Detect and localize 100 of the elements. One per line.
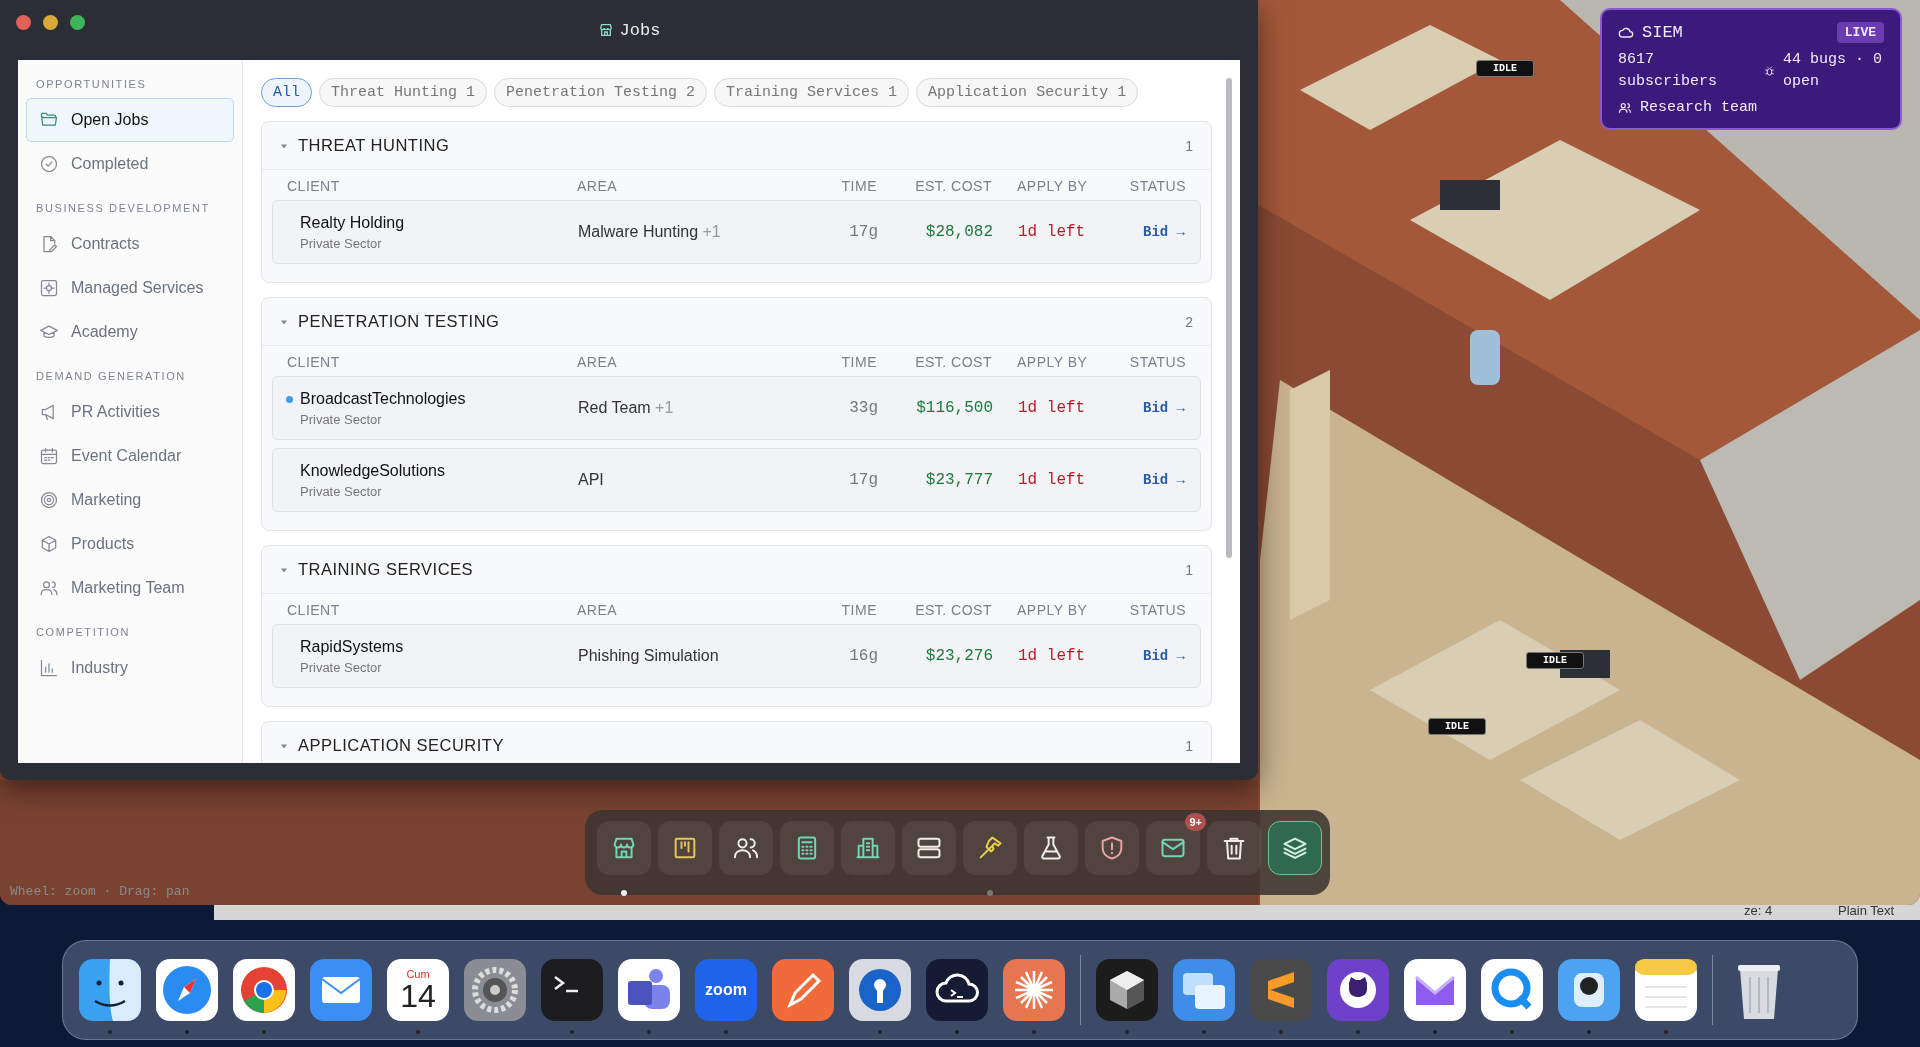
column-header: AREA bbox=[577, 354, 619, 370]
toolbar-button[interactable] bbox=[1024, 821, 1078, 875]
notification-badge: 9+ bbox=[1185, 813, 1206, 831]
column-header: STATUS bbox=[1128, 354, 1186, 370]
caret-icon[interactable] bbox=[280, 741, 288, 750]
toolbar-button[interactable] bbox=[597, 821, 651, 875]
job-row[interactable]: RapidSystems Private Sector Phishing Simulation 16g $23,276 1d left Bid → bbox=[272, 624, 1201, 688]
toolbar-button[interactable] bbox=[658, 821, 712, 875]
filter-chip[interactable]: All bbox=[261, 78, 312, 107]
cost-cell-text: $116,500 bbox=[915, 399, 993, 417]
column-header: CLIENT bbox=[287, 178, 341, 194]
sidebar-item[interactable]: Event Calendar bbox=[26, 434, 234, 478]
scrollbar[interactable] bbox=[1226, 78, 1232, 558]
deadline-cell-text: 1d left bbox=[1017, 399, 1087, 417]
column-header: APPLY BY bbox=[1016, 178, 1089, 194]
toolbar-button[interactable] bbox=[719, 821, 773, 875]
gear-icon[interactable] bbox=[464, 959, 526, 1021]
check-circle-icon bbox=[39, 154, 59, 174]
hint-text: Wheel: zoom · Drag: pan bbox=[10, 884, 190, 899]
bid-link[interactable]: Bid → bbox=[1143, 224, 1185, 240]
pen-nib-icon[interactable] bbox=[772, 959, 834, 1021]
status-tag: IDLE bbox=[1428, 718, 1486, 735]
column-header: EST. COST bbox=[914, 354, 992, 370]
minimize-button[interactable] bbox=[43, 15, 58, 30]
team-label: Research team bbox=[1640, 99, 1758, 116]
cost-cell-text: $28,082 bbox=[924, 223, 993, 241]
column-header: CLIENT bbox=[287, 354, 341, 370]
time-cell-text: 17g bbox=[848, 223, 878, 241]
maximize-button[interactable] bbox=[70, 15, 85, 30]
cube-icon bbox=[39, 534, 59, 554]
caret-icon[interactable] bbox=[280, 317, 288, 326]
bug-icon bbox=[1763, 65, 1775, 77]
column-header: AREA bbox=[577, 602, 619, 618]
bid-link[interactable]: Bid → bbox=[1143, 648, 1185, 664]
column-header: TIME bbox=[840, 178, 877, 194]
deadline-cell-text: 1d left bbox=[1017, 471, 1087, 489]
caret-icon[interactable] bbox=[280, 565, 288, 574]
column-header: TIME bbox=[840, 602, 877, 618]
column-header: APPLY BY bbox=[1016, 602, 1089, 618]
client-name: BroadcastTechnologies bbox=[300, 389, 467, 408]
sidebar-item[interactable]: Academy bbox=[26, 310, 234, 354]
sector-label: Private Sector bbox=[300, 659, 383, 675]
group-title: APPLICATION SECURITY bbox=[298, 736, 505, 755]
sector-label: Private Sector bbox=[300, 235, 383, 251]
window-title: Jobs bbox=[619, 20, 661, 40]
job-row[interactable]: KnowledgeSolutions Private Sector API 17g $23,777 1d left Bid → bbox=[272, 448, 1201, 512]
column-header: EST. COST bbox=[914, 602, 992, 618]
column-header: STATUS bbox=[1128, 178, 1186, 194]
sidebar-item[interactable]: Managed Services bbox=[26, 266, 234, 310]
people-icon bbox=[1618, 100, 1632, 115]
toolbar-button[interactable] bbox=[1207, 821, 1261, 875]
group-count: 1 bbox=[1185, 561, 1193, 578]
time-cell-text: 16g bbox=[848, 647, 878, 665]
area-label: Red Team +1 bbox=[578, 399, 675, 417]
toolbar-button[interactable] bbox=[841, 821, 895, 875]
sidebar-item[interactable]: Marketing bbox=[26, 478, 234, 522]
toolbar-button[interactable] bbox=[1085, 821, 1139, 875]
job-row[interactable]: BroadcastTechnologies Private Sector Red Team +1 33g $116,500 1d left Bid → bbox=[272, 376, 1201, 440]
cost-cell-text: $23,777 bbox=[924, 471, 993, 489]
job-row[interactable]: Realty Holding Private Sector Malware Hunting +1 17g $28,082 1d left Bid → bbox=[272, 200, 1201, 264]
filter-chip[interactable]: Penetration Testing 2 bbox=[494, 78, 708, 107]
bar-chart-icon bbox=[39, 658, 59, 678]
sidebar-item[interactable]: Contracts bbox=[26, 222, 234, 266]
live-badge: LIVE bbox=[1836, 22, 1884, 43]
toolbar-button[interactable] bbox=[902, 821, 956, 875]
language-label[interactable]: Plain Text bbox=[1838, 903, 1895, 918]
status-tag: IDLE bbox=[1526, 652, 1584, 669]
close-button[interactable] bbox=[16, 15, 31, 30]
filter-chip[interactable]: Application Security 1 bbox=[916, 78, 1139, 107]
toolbar-button[interactable] bbox=[780, 821, 834, 875]
section-heading: COMPETITION bbox=[36, 626, 131, 638]
caret-icon[interactable] bbox=[280, 141, 288, 150]
sector-label: Private Sector bbox=[300, 483, 383, 499]
bug-count: 44 bugs · 0 open bbox=[1782, 50, 1883, 92]
sidebar-item[interactable]: Completed bbox=[26, 142, 234, 186]
bid-link[interactable]: Bid → bbox=[1143, 400, 1185, 416]
toolbar-button[interactable] bbox=[1268, 821, 1322, 875]
envelope-icon[interactable] bbox=[310, 959, 372, 1021]
column-header: TIME bbox=[840, 354, 877, 370]
filter-chip[interactable]: Training Services 1 bbox=[714, 78, 910, 107]
bid-link[interactable]: Bid → bbox=[1143, 472, 1185, 488]
sidebar-item[interactable]: Open Jobs bbox=[26, 98, 234, 142]
filter-chip[interactable]: Threat Hunting 1 bbox=[319, 78, 488, 107]
client-name: RapidSystems bbox=[300, 637, 405, 656]
sidebar-item[interactable]: Products bbox=[26, 522, 234, 566]
group-title: THREAT HUNTING bbox=[298, 136, 451, 155]
toolbar-button[interactable] bbox=[963, 821, 1017, 875]
status-text: ze: 4 bbox=[1744, 903, 1773, 918]
sidebar-item[interactable]: Marketing Team bbox=[26, 566, 234, 610]
sidebar-item[interactable]: PR Activities bbox=[26, 390, 234, 434]
column-header: CLIENT bbox=[287, 602, 341, 618]
status-tag: IDLE bbox=[1476, 60, 1534, 77]
subscriber-count: 8617 subscribers bbox=[1618, 50, 1719, 92]
calendar-icon bbox=[39, 446, 59, 466]
column-header: STATUS bbox=[1128, 602, 1186, 618]
deadline-cell-text: 1d left bbox=[1017, 223, 1087, 241]
sidebar-item[interactable]: Industry bbox=[26, 646, 234, 690]
section-heading: BUSINESS DEVELOPMENT bbox=[36, 202, 211, 214]
target-icon bbox=[39, 490, 59, 510]
group-title: TRAINING SERVICES bbox=[298, 560, 475, 579]
